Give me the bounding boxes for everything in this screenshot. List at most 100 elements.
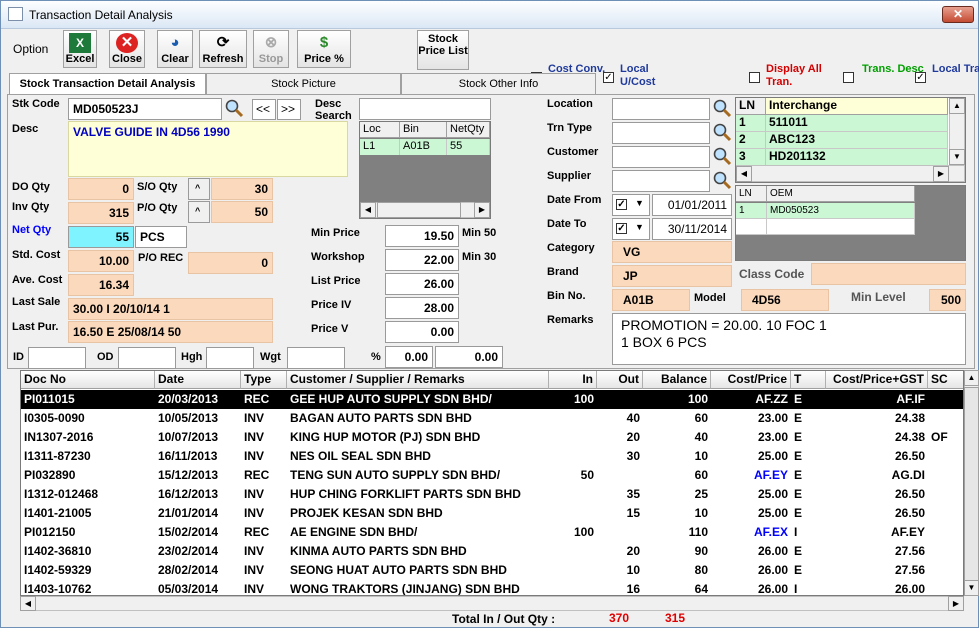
- close-button[interactable]: ✕ Close: [109, 30, 145, 68]
- check-1-box[interactable]: ✓: [603, 72, 614, 83]
- stock-price-list-button[interactable]: Stock Price List: [417, 30, 469, 70]
- dropdown-arrow-icon[interactable]: ▼: [635, 222, 644, 232]
- table-header-cell[interactable]: Date: [155, 371, 241, 389]
- table-row[interactable]: I0305-0090 10/05/2013 INV BAGAN AUTO PARTS …: [21, 409, 963, 428]
- scroll-down-icon[interactable]: ▼: [964, 580, 979, 596]
- location-search-icon[interactable]: [711, 97, 733, 119]
- table-header-cell[interactable]: SC: [928, 371, 963, 389]
- desc-search-input[interactable]: [359, 98, 491, 120]
- loc-grid-hscrollbar[interactable]: ◀ ▶: [360, 202, 490, 218]
- clear-button[interactable]: ◕ Clear: [157, 30, 193, 68]
- scroll-thumb[interactable]: [964, 387, 979, 587]
- scroll-left-icon[interactable]: ◀: [360, 202, 376, 218]
- table-row[interactable]: IN1307-2016 10/07/2013 INV KING HUP MOTOR (…: [21, 428, 963, 447]
- table-row[interactable]: PI011015 20/03/2013 REC GEE HUP AUTO SUPPLY…: [21, 390, 963, 409]
- table-header-cell[interactable]: Cost/Price+GST: [826, 371, 928, 389]
- tab-stock-picture[interactable]: Stock Picture: [206, 73, 401, 94]
- loc-grid-cell[interactable]: L1: [360, 139, 400, 155]
- pct-input-2[interactable]: 0.00: [435, 346, 503, 368]
- table-row[interactable]: I1402-59329 28/02/2014 INV SEONG HUAT AUTO …: [21, 561, 963, 580]
- oem-cell[interactable]: [736, 219, 767, 235]
- dropdown-arrow-icon[interactable]: ▼: [635, 198, 644, 208]
- prev-record-button[interactable]: <<: [252, 99, 276, 120]
- remarks-field[interactable]: PROMOTION = 20.00. 10 FOC 1 1 BOX 6 PCS: [612, 313, 966, 365]
- scroll-left-icon[interactable]: ◀: [20, 596, 36, 611]
- oem-cell[interactable]: 1: [736, 203, 767, 219]
- supplier-input[interactable]: [612, 170, 710, 192]
- stk-code-input[interactable]: MD050523J: [68, 98, 222, 120]
- date-to-picker[interactable]: ✓ ▼: [612, 218, 650, 240]
- interchange-cell[interactable]: 3: [736, 149, 766, 166]
- check-1-label[interactable]: Local U/Cost: [620, 63, 682, 89]
- stk-code-search-icon[interactable]: [223, 97, 245, 119]
- table-header-cell[interactable]: Cost/Price: [711, 371, 791, 389]
- date-to-field[interactable]: 30/11/2014: [652, 218, 732, 240]
- id-input[interactable]: [28, 347, 86, 369]
- table-row[interactable]: I1312-012468 16/12/2013 INV HUP CHING FORKL…: [21, 485, 963, 504]
- scroll-up-icon[interactable]: ▲: [949, 98, 965, 114]
- check-4-label[interactable]: Local Trans: [932, 63, 979, 76]
- table-row[interactable]: PI032890 15/12/2013 REC TENG SUN AUTO SUPPL…: [21, 466, 963, 485]
- table-header-cell[interactable]: T: [791, 371, 826, 389]
- interchange-vscrollbar[interactable]: ▲ ▼: [949, 98, 965, 165]
- supplier-search-icon[interactable]: [711, 169, 733, 191]
- check-2-label[interactable]: Display All Tran.: [766, 63, 828, 89]
- table-hscrollbar[interactable]: ◀ ▶: [20, 596, 964, 611]
- check-2-box[interactable]: [749, 72, 760, 83]
- table-row[interactable]: I1401-21005 21/01/2014 INV PROJEK KESAN SDN…: [21, 504, 963, 523]
- table-header-cell[interactable]: Type: [241, 371, 287, 389]
- table-row[interactable]: I1402-36810 23/02/2014 INV KINMA AUTO PARTS…: [21, 542, 963, 561]
- trn-type-search-icon[interactable]: [711, 121, 733, 143]
- pct-input-1[interactable]: 0.00: [385, 346, 433, 368]
- interchange-cell[interactable]: HD201132: [766, 149, 948, 166]
- table-vscrollbar[interactable]: ▲ ▼: [964, 370, 979, 596]
- table-header-cell[interactable]: Doc No: [21, 371, 155, 389]
- interchange-cell[interactable]: 1: [736, 115, 766, 132]
- location-input[interactable]: [612, 98, 710, 120]
- interchange-cell[interactable]: 2: [736, 132, 766, 149]
- table-row[interactable]: PI012150 15/02/2014 REC AE ENGINE SDN BHD/1…: [21, 523, 963, 542]
- refresh-button[interactable]: ⟳ Refresh: [199, 30, 247, 68]
- table-header-cell[interactable]: Balance: [643, 371, 711, 389]
- trn-type-input[interactable]: [612, 122, 710, 144]
- scroll-left-icon[interactable]: ◀: [736, 166, 752, 182]
- price-percent-button[interactable]: $ Price %: [297, 30, 351, 68]
- table-header-cell[interactable]: Customer / Supplier / Remarks: [287, 371, 549, 389]
- scroll-thumb[interactable]: [377, 202, 461, 218]
- customer-search-icon[interactable]: [711, 145, 733, 167]
- scroll-down-icon[interactable]: ▼: [949, 149, 965, 165]
- date-from-field[interactable]: 01/01/2011: [652, 194, 732, 216]
- date-from-checkbox[interactable]: ✓: [616, 199, 627, 210]
- tab-stock-other-info[interactable]: Stock Other Info: [401, 73, 596, 94]
- interchange-hscrollbar[interactable]: ◀ ▶: [736, 165, 965, 182]
- stop-button[interactable]: ⊗ Stop: [253, 30, 289, 68]
- table-row[interactable]: I1403-10762 05/03/2014 INV WONG TRAKTORS (J…: [21, 580, 963, 595]
- excel-button[interactable]: X Excel: [63, 30, 97, 68]
- od-input[interactable]: [118, 347, 176, 369]
- interchange-cell[interactable]: ABC123: [766, 132, 948, 149]
- po-qty-expand-button[interactable]: ^: [188, 201, 210, 223]
- interchange-cell[interactable]: 511011: [766, 115, 948, 132]
- date-to-checkbox[interactable]: ✓: [616, 223, 627, 234]
- check-4-box[interactable]: ✓: [915, 72, 926, 83]
- scroll-right-icon[interactable]: ▶: [933, 166, 949, 182]
- desc-field[interactable]: VALVE GUIDE IN 4D56 1990: [68, 121, 348, 177]
- next-record-button[interactable]: >>: [277, 99, 301, 120]
- table-header-cell[interactable]: In: [549, 371, 597, 389]
- so-qty-expand-button[interactable]: ^: [188, 178, 210, 200]
- date-from-picker[interactable]: ✓ ▼: [612, 194, 650, 216]
- hgh-input[interactable]: [206, 347, 254, 369]
- loc-grid-cell[interactable]: A01B: [400, 139, 447, 155]
- window-close-button[interactable]: ✕: [942, 6, 974, 23]
- check-3-box[interactable]: [843, 72, 854, 83]
- table-header-cell[interactable]: Out: [597, 371, 643, 389]
- customer-input[interactable]: [612, 146, 710, 168]
- scroll-right-icon[interactable]: ▶: [948, 596, 964, 611]
- tab-stock-transaction-detail[interactable]: Stock Transaction Detail Analysis: [9, 73, 206, 95]
- scroll-right-icon[interactable]: ▶: [474, 202, 490, 218]
- wgt-input[interactable]: [287, 347, 345, 369]
- table-row[interactable]: I1311-87230 16/11/2013 INV NES OIL SEAL SDN…: [21, 447, 963, 466]
- scroll-up-icon[interactable]: ▲: [964, 370, 979, 386]
- loc-grid-cell[interactable]: 55: [447, 139, 490, 155]
- oem-cell[interactable]: [767, 219, 915, 235]
